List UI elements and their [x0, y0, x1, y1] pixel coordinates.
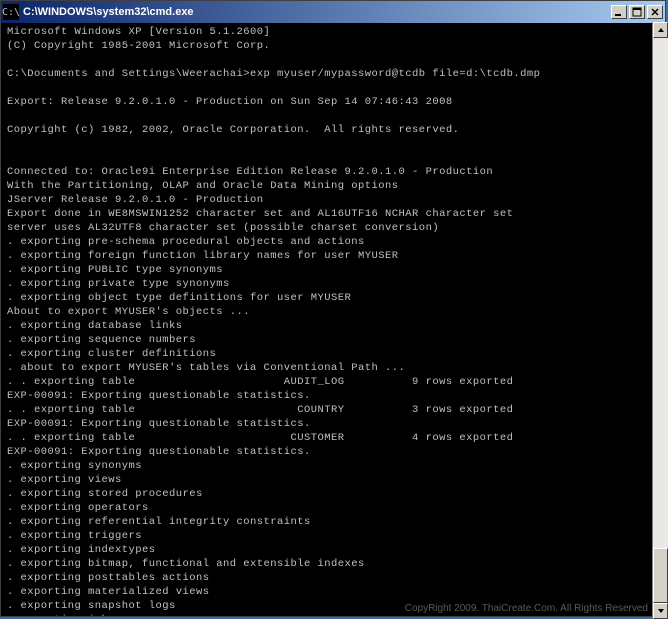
terminal-line: . exporting sequence numbers	[7, 333, 661, 347]
minimize-button[interactable]	[611, 5, 627, 19]
minimize-icon	[614, 7, 624, 17]
terminal-line: EXP-00091: Exporting questionable statis…	[7, 445, 661, 459]
terminal-line: (C) Copyright 1985-2001 Microsoft Corp.	[7, 39, 661, 53]
terminal-line: Connected to: Oracle9i Enterprise Editio…	[7, 165, 661, 179]
terminal-line: . exporting stored procedures	[7, 487, 661, 501]
chevron-down-icon	[657, 607, 665, 615]
titlebar[interactable]: C:\ C:\WINDOWS\system32\cmd.exe	[1, 1, 665, 23]
scroll-down-button[interactable]	[653, 603, 668, 619]
terminal-line: JServer Release 9.2.0.1.0 - Production	[7, 193, 661, 207]
terminal-line: EXP-00091: Exporting questionable statis…	[7, 389, 661, 403]
copyright-watermark: CopyRight 2009. ThaiCreate.Com. All Righ…	[405, 603, 648, 614]
terminal-line	[7, 81, 661, 95]
chevron-up-icon	[657, 26, 665, 34]
cmd-window: C:\ C:\WINDOWS\system32\cmd.exe Microsof…	[0, 0, 666, 617]
terminal-line: Export done in WE8MSWIN1252 character se…	[7, 207, 661, 221]
terminal-line: . exporting database links	[7, 319, 661, 333]
terminal-line: server uses AL32UTF8 character set (poss…	[7, 221, 661, 235]
terminal-line: C:\Documents and Settings\Weerachai>exp …	[7, 67, 661, 81]
terminal-line: . exporting object type definitions for …	[7, 291, 661, 305]
terminal-line: Export: Release 9.2.0.1.0 - Production o…	[7, 95, 661, 109]
scroll-track[interactable]	[653, 38, 668, 603]
terminal-line	[7, 109, 661, 123]
terminal-line: . exporting referential integrity constr…	[7, 515, 661, 529]
terminal-line: . exporting PUBLIC type synonyms	[7, 263, 661, 277]
terminal-line	[7, 137, 661, 151]
terminal-line: . . exporting table CUSTOMER 4 rows expo…	[7, 431, 661, 445]
close-button[interactable]	[647, 5, 663, 19]
terminal-line: . exporting foreign function library nam…	[7, 249, 661, 263]
maximize-button[interactable]	[629, 5, 645, 19]
terminal-line: . exporting posttables actions	[7, 571, 661, 585]
terminal-line: . exporting synonyms	[7, 459, 661, 473]
terminal-output[interactable]: Microsoft Windows XP [Version 5.1.2600](…	[1, 23, 665, 616]
terminal-line: . . exporting table AUDIT_LOG 9 rows exp…	[7, 375, 661, 389]
terminal-line	[7, 151, 661, 165]
terminal-line: . exporting bitmap, functional and exten…	[7, 557, 661, 571]
terminal-line: . about to export MYUSER's tables via Co…	[7, 361, 661, 375]
terminal-line: . exporting triggers	[7, 529, 661, 543]
terminal-line: . . exporting table COUNTRY 3 rows expor…	[7, 403, 661, 417]
terminal-line: With the Partitioning, OLAP and Oracle D…	[7, 179, 661, 193]
terminal-line: Microsoft Windows XP [Version 5.1.2600]	[7, 25, 661, 39]
terminal-line: . exporting indextypes	[7, 543, 661, 557]
close-icon	[650, 7, 660, 17]
terminal-line: EXP-00091: Exporting questionable statis…	[7, 417, 661, 431]
scroll-thumb[interactable]	[653, 548, 668, 603]
titlebar-left: C:\ C:\WINDOWS\system32\cmd.exe	[3, 4, 194, 20]
terminal-line: Copyright (c) 1982, 2002, Oracle Corpora…	[7, 123, 661, 137]
terminal-line: . exporting operators	[7, 501, 661, 515]
terminal-line: About to export MYUSER's objects ...	[7, 305, 661, 319]
cmd-icon[interactable]: C:\	[3, 4, 19, 20]
maximize-icon	[632, 7, 642, 17]
terminal-line	[7, 53, 661, 67]
terminal-line: . exporting materialized views	[7, 585, 661, 599]
terminal-line: . exporting views	[7, 473, 661, 487]
scrollbar[interactable]	[652, 22, 668, 619]
terminal-line: . exporting cluster definitions	[7, 347, 661, 361]
scroll-up-button[interactable]	[653, 22, 668, 38]
terminal-line: . exporting private type synonyms	[7, 277, 661, 291]
titlebar-buttons	[609, 5, 663, 19]
terminal-line: . exporting pre-schema procedural object…	[7, 235, 661, 249]
window-title: C:\WINDOWS\system32\cmd.exe	[23, 6, 194, 18]
